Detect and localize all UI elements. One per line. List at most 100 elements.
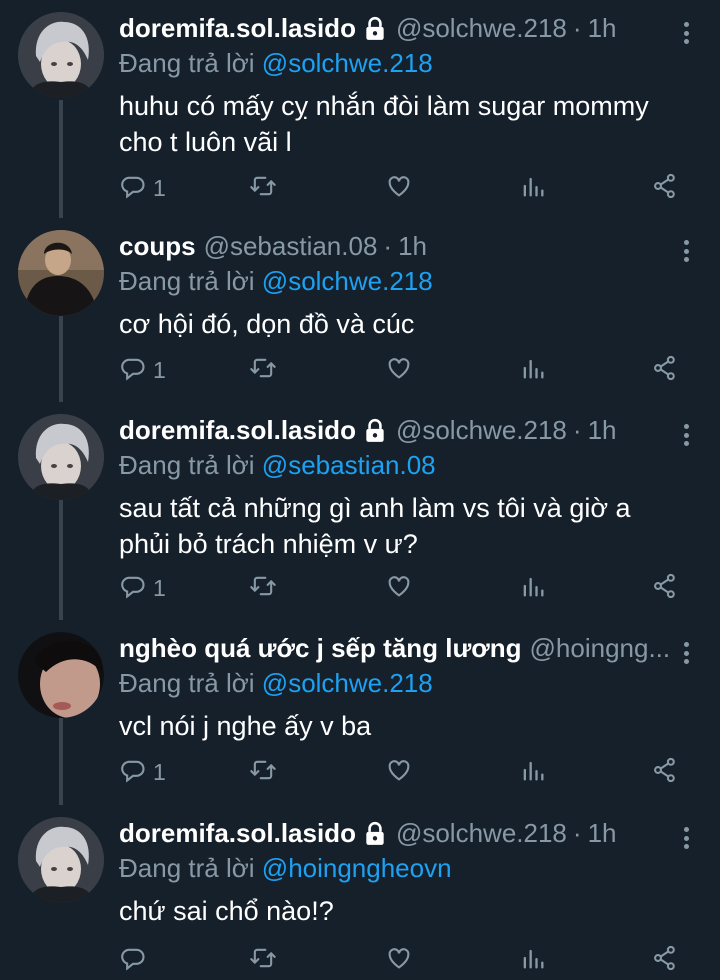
avatar[interactable] bbox=[18, 414, 104, 500]
analytics-button[interactable] bbox=[519, 940, 547, 980]
like-button[interactable] bbox=[385, 940, 413, 980]
avatar[interactable] bbox=[18, 632, 104, 718]
display-name[interactable]: nghèo quá ước j sếp tăng lương bbox=[119, 630, 522, 666]
separator-dot: · bbox=[572, 818, 582, 848]
share-icon bbox=[651, 172, 679, 205]
retweet-button[interactable] bbox=[249, 568, 277, 608]
reply-icon bbox=[119, 172, 147, 205]
heart-icon bbox=[385, 756, 413, 789]
retweet-button[interactable] bbox=[249, 940, 277, 980]
reply-button[interactable]: 1 bbox=[119, 168, 166, 208]
avatar[interactable] bbox=[18, 817, 104, 903]
analytics-button[interactable] bbox=[519, 350, 547, 390]
thread-connector-line bbox=[59, 100, 63, 218]
more-options-icon[interactable] bbox=[676, 420, 696, 450]
retweet-icon bbox=[249, 354, 277, 387]
heart-icon bbox=[385, 354, 413, 387]
replying-to: Đang trả lời @solchwe.218 bbox=[119, 264, 672, 298]
analytics-button[interactable] bbox=[519, 752, 547, 792]
tweet-header: doremifa.sol.lasido @solchwe.218 · 1h bbox=[119, 412, 672, 448]
share-button[interactable] bbox=[651, 752, 679, 792]
analytics-button[interactable] bbox=[519, 568, 547, 608]
replying-to-label: Đang trả lời bbox=[119, 450, 255, 480]
share-button[interactable] bbox=[651, 568, 679, 608]
share-icon bbox=[651, 944, 679, 977]
bar-chart-icon bbox=[519, 572, 547, 605]
thread-connector-line bbox=[59, 500, 63, 620]
share-icon bbox=[651, 572, 679, 605]
tweet-text: huhu có mấy cỵ nhắn đòi làm sugar mommy … bbox=[119, 91, 649, 157]
lock-icon bbox=[362, 820, 388, 846]
tweet-time[interactable]: 1h bbox=[588, 815, 617, 851]
replying-to-label: Đang trả lời bbox=[119, 668, 255, 698]
more-options-icon[interactable] bbox=[676, 236, 696, 266]
share-button[interactable] bbox=[651, 350, 679, 390]
separator-dot: · bbox=[572, 415, 582, 445]
tweet-actions: 1 bbox=[119, 168, 699, 208]
tweet-text: vcl nói j nghe ấy v ba bbox=[119, 711, 372, 741]
replying-to-label: Đang trả lời bbox=[119, 853, 255, 883]
more-options-icon[interactable] bbox=[676, 823, 696, 853]
analytics-button[interactable] bbox=[519, 168, 547, 208]
tweet-text: sau tất cả những gì anh làm vs tôi và gi… bbox=[119, 493, 631, 559]
retweet-button[interactable] bbox=[249, 168, 277, 208]
like-button[interactable] bbox=[385, 752, 413, 792]
share-icon bbox=[651, 756, 679, 789]
reply-button[interactable]: 1 bbox=[119, 568, 166, 608]
reply-count: 1 bbox=[153, 174, 166, 201]
replying-to: Đang trả lời @hoingngheovn bbox=[119, 851, 672, 885]
like-button[interactable] bbox=[385, 168, 413, 208]
avatar[interactable] bbox=[18, 230, 104, 316]
username-handle[interactable]: @solchwe.218 bbox=[396, 815, 567, 851]
tweet-time[interactable]: 1h bbox=[398, 228, 427, 264]
tweet-header: doremifa.sol.lasido @solchwe.218 · 1h bbox=[119, 10, 672, 46]
retweet-icon bbox=[249, 944, 277, 977]
more-options-icon[interactable] bbox=[676, 18, 696, 48]
reply-button[interactable]: 1 bbox=[119, 752, 166, 792]
reply-mention-link[interactable]: @solchwe.218 bbox=[262, 48, 433, 78]
bar-chart-icon bbox=[519, 944, 547, 977]
share-button[interactable] bbox=[651, 940, 679, 980]
reply-count: 1 bbox=[153, 758, 166, 785]
username-handle[interactable]: @sebastian.08 bbox=[204, 228, 378, 264]
retweet-icon bbox=[249, 756, 277, 789]
replying-to: Đang trả lời @solchwe.218 bbox=[119, 46, 672, 80]
display-name[interactable]: doremifa.sol.lasido bbox=[119, 10, 356, 46]
avatar[interactable] bbox=[18, 12, 104, 98]
heart-icon bbox=[385, 572, 413, 605]
display-name[interactable]: doremifa.sol.lasido bbox=[119, 815, 356, 851]
retweet-icon bbox=[249, 572, 277, 605]
reply-mention-link[interactable]: @solchwe.218 bbox=[262, 668, 433, 698]
reply-mention-link[interactable]: @sebastian.08 bbox=[262, 450, 436, 480]
like-button[interactable] bbox=[385, 350, 413, 390]
tweet-time[interactable]: 1h bbox=[588, 412, 617, 448]
lock-icon bbox=[362, 15, 388, 41]
reply-mention-link[interactable]: @solchwe.218 bbox=[262, 266, 433, 296]
replying-to-label: Đang trả lời bbox=[119, 48, 255, 78]
username-handle[interactable]: @solchwe.218 bbox=[396, 10, 567, 46]
share-button[interactable] bbox=[651, 168, 679, 208]
tweet-time[interactable]: 1h bbox=[588, 10, 617, 46]
display-name[interactable]: coups bbox=[119, 228, 196, 264]
tweet-actions: 1 bbox=[119, 350, 699, 390]
reply-button[interactable]: 1 bbox=[119, 350, 166, 390]
username-handle[interactable]: @hoingng... bbox=[530, 630, 671, 666]
reply-count: 1 bbox=[153, 574, 166, 601]
heart-icon bbox=[385, 172, 413, 205]
like-button[interactable] bbox=[385, 568, 413, 608]
reply-mention-link[interactable]: @hoingngheovn bbox=[262, 853, 452, 883]
username-handle[interactable]: @solchwe.218 bbox=[396, 412, 567, 448]
tweet-text: chứ sai chổ nào!? bbox=[119, 896, 334, 926]
separator-dot: · bbox=[383, 231, 393, 261]
display-name[interactable]: doremifa.sol.lasido bbox=[119, 412, 356, 448]
reply-thread: doremifa.sol.lasido @solchwe.218 · 1h Đa… bbox=[0, 0, 720, 980]
retweet-button[interactable] bbox=[249, 350, 277, 390]
reply-icon bbox=[119, 354, 147, 387]
retweet-button[interactable] bbox=[249, 752, 277, 792]
replying-to: Đang trả lời @solchwe.218 bbox=[119, 666, 672, 700]
tweet-text: cơ hội đó, dọn đồ và cúc bbox=[119, 309, 415, 339]
reply-button[interactable] bbox=[119, 940, 147, 980]
replying-to: Đang trả lời @sebastian.08 bbox=[119, 448, 672, 482]
bar-chart-icon bbox=[519, 172, 547, 205]
more-options-icon[interactable] bbox=[676, 638, 696, 668]
